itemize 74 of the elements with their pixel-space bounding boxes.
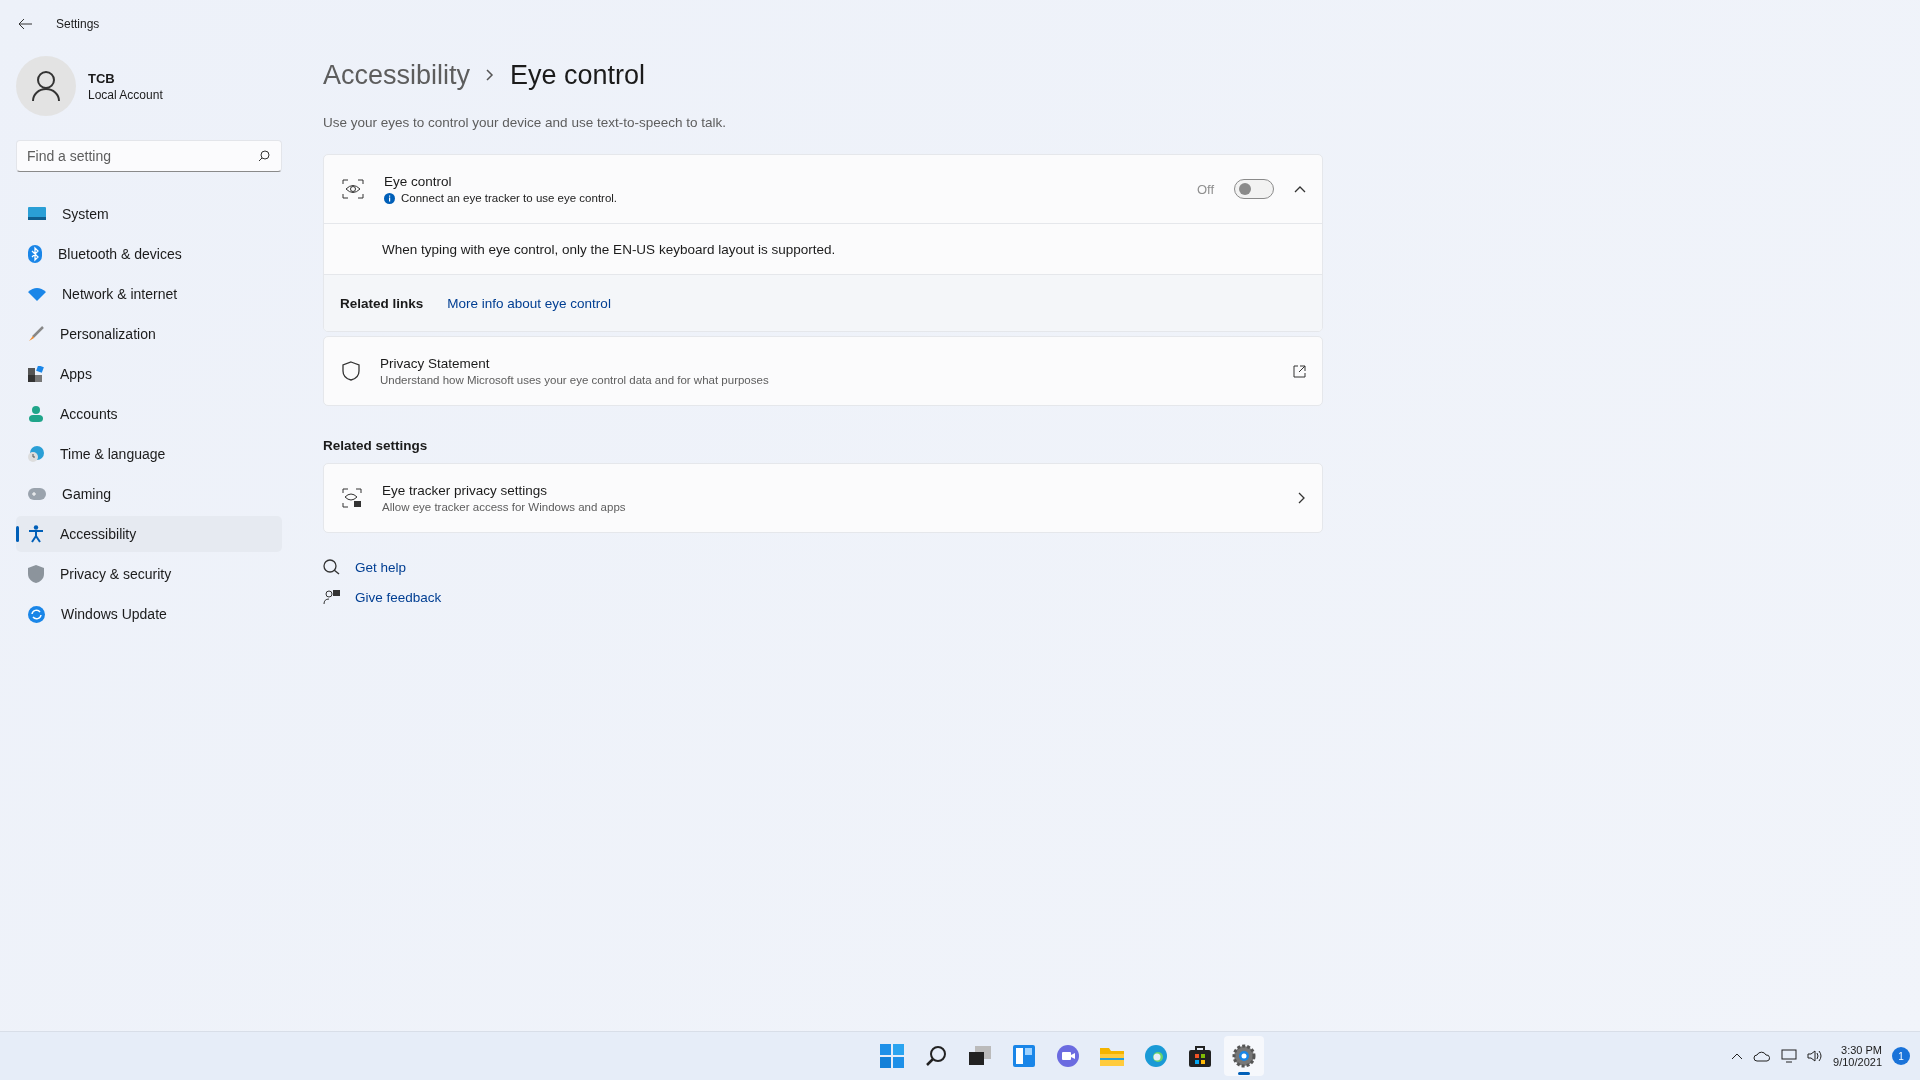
settings-card[interactable]: Eye tracker privacy settings Allow eye tracker access for Windows and apps bbox=[323, 463, 1323, 533]
gear-icon bbox=[1232, 1044, 1256, 1068]
page-description: Use your eyes to control your device and use text-to-speech to talk. bbox=[323, 115, 727, 130]
setting-subtitle: Allow eye tracker access for Windows and apps bbox=[382, 501, 627, 513]
volume-icon[interactable] bbox=[1807, 1049, 1824, 1063]
eye-tracker-icon bbox=[342, 179, 364, 199]
person-icon bbox=[28, 406, 44, 422]
brush-icon bbox=[28, 326, 44, 342]
help-link[interactable]: Get help bbox=[355, 559, 407, 575]
chevron-right-icon bbox=[486, 69, 495, 81]
chevron-right-icon bbox=[1298, 492, 1306, 504]
monitor-icon[interactable] bbox=[1781, 1049, 1798, 1063]
chevron-up-icon[interactable] bbox=[1294, 185, 1306, 193]
bluetooth-icon bbox=[28, 245, 42, 263]
sidebar-item[interactable]: Time & language bbox=[16, 436, 282, 472]
clock[interactable]: 3:30 PM 9/10/2021 bbox=[1833, 1044, 1882, 1068]
feedback-link[interactable]: Give feedback bbox=[355, 589, 442, 605]
external-link-icon bbox=[1293, 364, 1306, 378]
setting-title: Privacy Statement bbox=[380, 356, 491, 371]
info-icon bbox=[384, 192, 395, 204]
toggle-switch[interactable] bbox=[1234, 179, 1274, 199]
sidebar-item[interactable]: Apps bbox=[16, 356, 282, 392]
feedback-icon bbox=[323, 589, 341, 605]
search-icon[interactable] bbox=[258, 150, 270, 162]
taskbar-button[interactable] bbox=[1224, 1036, 1264, 1076]
notification-badge[interactable]: 1 bbox=[1892, 1047, 1910, 1065]
cloud-icon[interactable] bbox=[1753, 1050, 1772, 1062]
help-chat-icon bbox=[323, 559, 341, 575]
setting-title: Eye control bbox=[384, 174, 453, 189]
globe-clock-icon bbox=[28, 446, 44, 462]
browser-icon bbox=[1145, 1045, 1167, 1067]
search-field[interactable]: Find a setting bbox=[16, 140, 282, 172]
sidebar-item[interactable]: System bbox=[16, 196, 282, 232]
task-view-icon bbox=[969, 1046, 991, 1066]
search-icon bbox=[925, 1045, 947, 1067]
shield-icon bbox=[28, 565, 44, 583]
note-text: When typing with eye control, only the EN-US keyboard layout is supported. bbox=[382, 241, 836, 257]
gamepad-icon bbox=[28, 488, 46, 500]
sidebar-item[interactable]: Network & internet bbox=[16, 276, 282, 312]
accessibility-icon bbox=[28, 525, 44, 543]
person-outline-icon bbox=[32, 71, 60, 101]
shield-icon bbox=[342, 361, 360, 381]
info-link[interactable]: More info about eye control bbox=[447, 295, 611, 311]
setting-title: Eye tracker privacy settings bbox=[382, 483, 549, 498]
window-title: Settings bbox=[56, 17, 100, 31]
toggle-label: Off bbox=[1196, 181, 1214, 197]
chevron-up-icon[interactable] bbox=[1731, 1052, 1744, 1060]
breadcrumb-link[interactable]: Accessibility bbox=[323, 59, 471, 91]
privacy-card[interactable]: Privacy Statement Understand how Microsoft uses your eye control data and for what purposes bbox=[323, 336, 1323, 406]
sidebar-item[interactable]: Privacy & security bbox=[16, 556, 282, 592]
sidebar-item[interactable]: Bluetooth & devices bbox=[16, 236, 282, 272]
sidebar-item[interactable]: Accessibility bbox=[16, 516, 282, 552]
sidebar-item[interactable]: Windows Update bbox=[16, 596, 282, 632]
account-name: TCB bbox=[88, 70, 116, 86]
sidebar-item[interactable]: Gaming bbox=[16, 476, 282, 512]
related-links-label: Related links bbox=[340, 295, 424, 311]
widgets-icon bbox=[1013, 1045, 1035, 1067]
sidebar-item[interactable]: Accounts bbox=[16, 396, 282, 432]
apps-icon bbox=[28, 366, 44, 382]
account-type: Local Account bbox=[88, 87, 163, 102]
info-message: Connect an eye tracker to use eye control. bbox=[401, 192, 618, 204]
monitor-icon bbox=[28, 207, 46, 221]
setting-subtitle: Understand how Microsoft uses your eye control data and for what purposes bbox=[380, 374, 770, 386]
video-chat-icon bbox=[1057, 1045, 1079, 1067]
page-title: Eye control bbox=[510, 59, 646, 91]
folder-icon bbox=[1100, 1046, 1124, 1066]
wifi-icon bbox=[28, 287, 46, 301]
eye-lock-icon bbox=[342, 488, 362, 508]
section-heading: Related settings bbox=[323, 438, 429, 453]
sidebar-item[interactable]: Personalization bbox=[16, 316, 282, 352]
store-bag-icon bbox=[1189, 1045, 1211, 1067]
back-arrow-icon[interactable] bbox=[18, 18, 32, 30]
sync-icon bbox=[28, 605, 45, 623]
windows-logo-icon bbox=[880, 1044, 904, 1068]
